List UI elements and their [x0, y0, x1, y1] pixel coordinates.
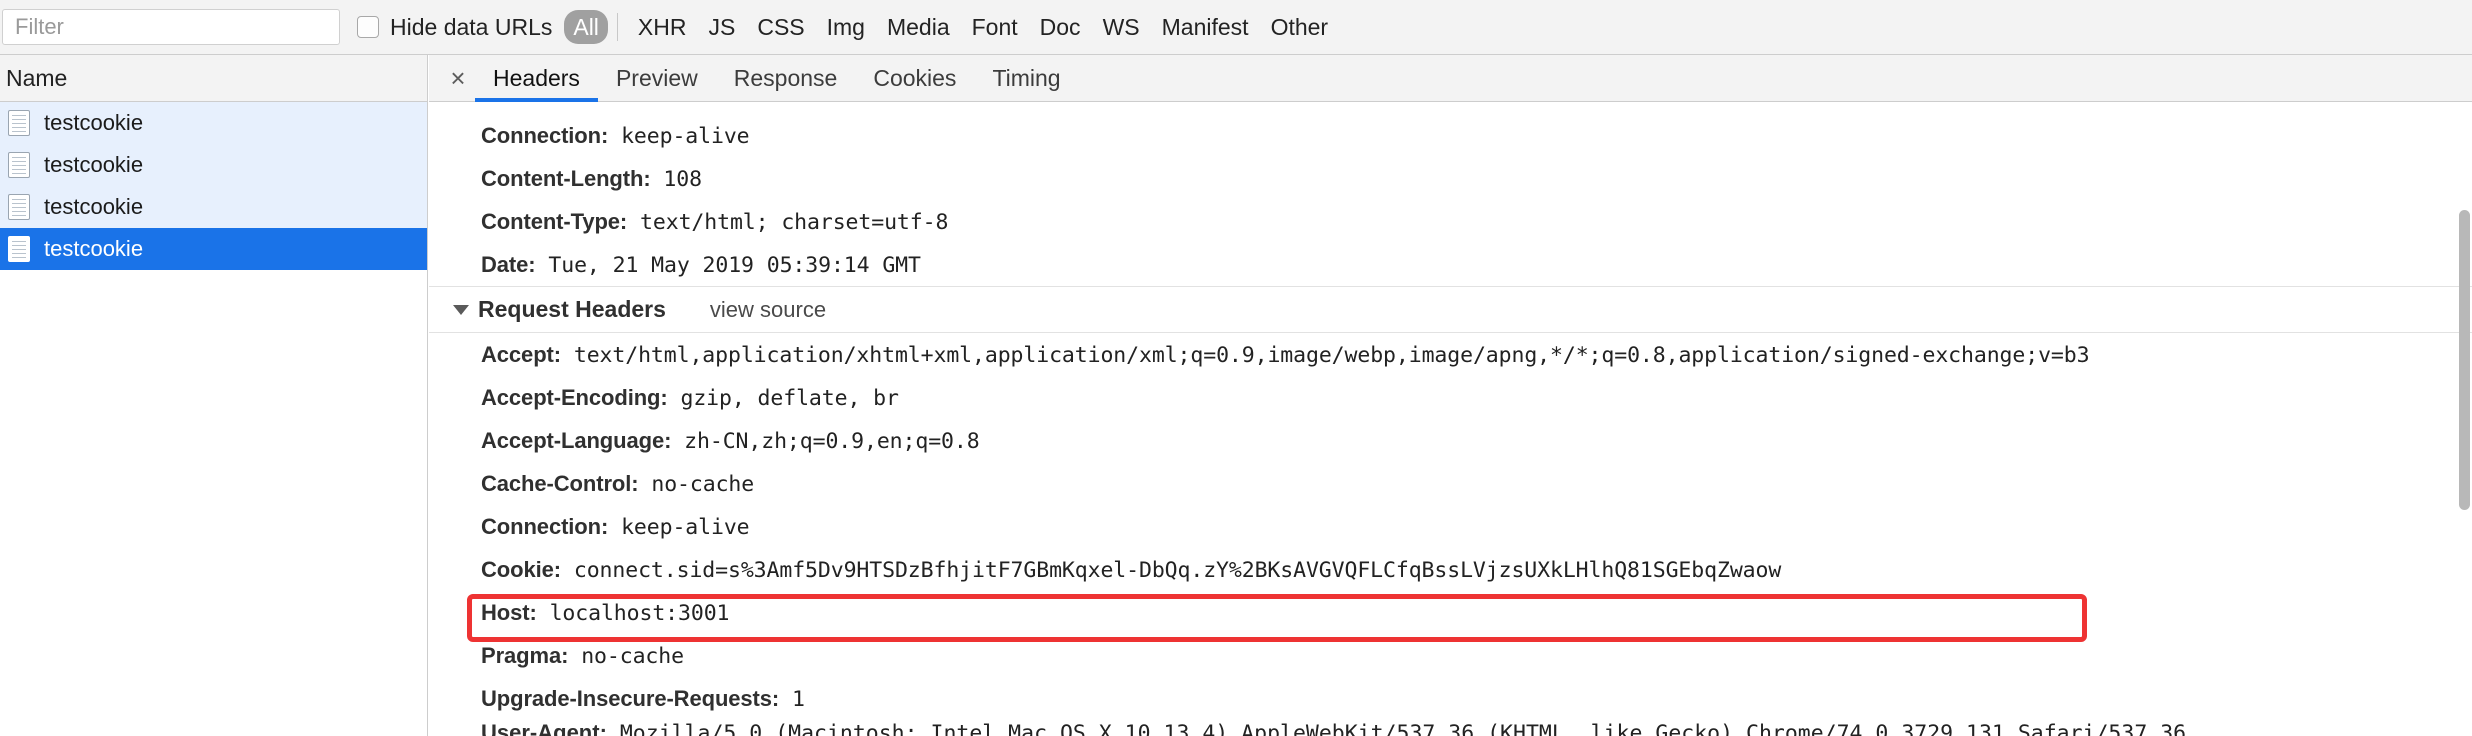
header-value: text/html; charset=utf-8: [640, 210, 949, 235]
header-value: no-cache: [651, 472, 755, 497]
header-row-accept-language: Accept-Language: zh-CN,zh;q=0.9,en;q=0.8: [429, 419, 2472, 462]
document-icon: [8, 109, 30, 136]
request-list-row-3[interactable]: testcookie: [0, 186, 427, 228]
header-key: Content-Type:: [481, 209, 628, 234]
header-key: User-Agent:: [481, 720, 607, 736]
type-filter-ws[interactable]: WS: [1092, 10, 1151, 45]
header-row-pragma: Pragma: no-cache: [429, 634, 2472, 677]
view-source-link[interactable]: view source: [710, 297, 826, 323]
hide-data-urls-group[interactable]: Hide data URLs: [357, 14, 552, 41]
header-value: 108: [663, 167, 702, 192]
header-value: localhost:3001: [549, 601, 730, 626]
header-value: Mozilla/5.0 (Macintosh; Intel Mac OS X 1…: [619, 721, 2187, 736]
column-header-name: Name: [6, 64, 68, 91]
header-row-connection-request: Connection: keep-alive: [429, 505, 2472, 548]
header-row-upgrade-insecure-requests: Upgrade-Insecure-Requests: 1: [429, 677, 2472, 720]
type-filter-js[interactable]: JS: [697, 10, 746, 45]
devtools-network-panel: Filter Hide data URLs All XHR JS CSS Img…: [0, 0, 2472, 736]
request-list-row-4-selected[interactable]: testcookie: [0, 228, 427, 270]
document-icon: [8, 235, 30, 262]
detail-tab-bar: × Headers Preview Response Cookies Timin…: [429, 55, 2472, 102]
header-key: Cookie:: [481, 557, 561, 582]
request-detail-panel: × Headers Preview Response Cookies Timin…: [429, 55, 2472, 736]
header-value: keep-alive: [621, 124, 750, 149]
header-key: Connection:: [481, 514, 609, 539]
type-filter-manifest[interactable]: Manifest: [1151, 10, 1260, 45]
header-row-connection-response: Connection: keep-alive: [429, 114, 2472, 157]
type-filter-doc[interactable]: Doc: [1029, 10, 1092, 45]
type-filter-xhr[interactable]: XHR: [627, 10, 698, 45]
document-icon: [8, 193, 30, 220]
tab-headers[interactable]: Headers: [475, 55, 598, 102]
request-list-row-1[interactable]: testcookie: [0, 102, 427, 144]
tab-response[interactable]: Response: [716, 55, 856, 102]
header-row-content-length: Content-Length: 108: [429, 157, 2472, 200]
hide-data-urls-checkbox[interactable]: [357, 16, 379, 38]
header-key: Pragma:: [481, 643, 569, 668]
filter-placeholder-text: Filter: [15, 14, 64, 39]
request-list-row-2[interactable]: testcookie: [0, 144, 427, 186]
tab-cookies[interactable]: Cookies: [855, 55, 974, 102]
header-key: Accept:: [481, 342, 561, 367]
type-filter-img[interactable]: Img: [816, 10, 876, 45]
network-filter-toolbar: Filter Hide data URLs All XHR JS CSS Img…: [0, 0, 2472, 55]
clipped-row-top: [429, 102, 2472, 114]
header-key: Date:: [481, 252, 536, 277]
filter-separator: [616, 13, 618, 41]
header-row-host: Host: localhost:3001: [429, 591, 2472, 634]
type-filter-font[interactable]: Font: [961, 10, 1029, 45]
header-value: connect.sid=s%3Amf5Dv9HTSDzBfhjitF7GBmKq…: [573, 558, 1782, 583]
request-name: testcookie: [44, 193, 144, 219]
header-key: Upgrade-Insecure-Requests:: [481, 686, 780, 711]
section-title: Request Headers: [478, 296, 666, 322]
type-filter-all[interactable]: All: [564, 9, 608, 45]
header-key: Content-Length:: [481, 166, 651, 191]
type-filter-css[interactable]: CSS: [746, 10, 815, 45]
header-key: Accept-Encoding:: [481, 385, 668, 410]
header-row-user-agent-clipped: User-Agent: Mozilla/5.0 (Macintosh; Inte…: [429, 720, 2472, 736]
document-icon: [8, 151, 30, 178]
request-list-panel: Name testcookie testcookie testcookie te…: [0, 55, 428, 736]
request-name: testcookie: [44, 151, 144, 177]
hide-data-urls-label: Hide data URLs: [390, 13, 553, 40]
header-value: no-cache: [581, 644, 684, 669]
request-name: testcookie: [44, 109, 144, 135]
type-filter-media[interactable]: Media: [876, 10, 961, 45]
header-value: 1: [792, 687, 805, 712]
headers-scroll-region[interactable]: Connection: keep-alive Content-Length: 1…: [429, 102, 2472, 736]
chevron-down-icon[interactable]: [453, 304, 469, 315]
header-key: Accept-Language:: [481, 428, 672, 453]
header-row-content-type: Content-Type: text/html; charset=utf-8: [429, 200, 2472, 243]
header-key: Cache-Control:: [481, 471, 639, 496]
close-icon[interactable]: ×: [441, 65, 475, 91]
header-value: gzip, deflate, br: [680, 386, 899, 411]
header-row-accept: Accept: text/html,application/xhtml+xml,…: [429, 333, 2472, 376]
resource-type-filters: All XHR JS CSS Img Media Font Doc WS Man…: [564, 9, 1340, 45]
header-value: zh-CN,zh;q=0.9,en;q=0.8: [684, 429, 980, 454]
request-list-column-header[interactable]: Name: [0, 55, 427, 102]
request-name: testcookie: [44, 235, 144, 261]
type-filter-other[interactable]: Other: [1260, 10, 1340, 45]
tab-timing[interactable]: Timing: [974, 55, 1078, 102]
tab-preview[interactable]: Preview: [598, 55, 716, 102]
header-key: Connection:: [481, 123, 609, 148]
detail-scrollbar-thumb[interactable]: [2459, 210, 2470, 510]
header-row-cookie: Cookie: connect.sid=s%3Amf5Dv9HTSDzBfhji…: [429, 548, 2472, 591]
header-row-accept-encoding: Accept-Encoding: gzip, deflate, br: [429, 376, 2472, 419]
header-key: Host:: [481, 600, 537, 625]
request-headers-section-header[interactable]: Request Headers view source: [429, 286, 2472, 333]
header-row-date: Date: Tue, 21 May 2019 05:39:14 GMT: [429, 243, 2472, 286]
header-value: keep-alive: [621, 515, 750, 540]
header-value: text/html,application/xhtml+xml,applicat…: [573, 343, 2090, 368]
header-value: Tue, 21 May 2019 05:39:14 GMT: [548, 253, 921, 278]
header-row-cache-control: Cache-Control: no-cache: [429, 462, 2472, 505]
filter-input[interactable]: Filter: [2, 9, 340, 45]
